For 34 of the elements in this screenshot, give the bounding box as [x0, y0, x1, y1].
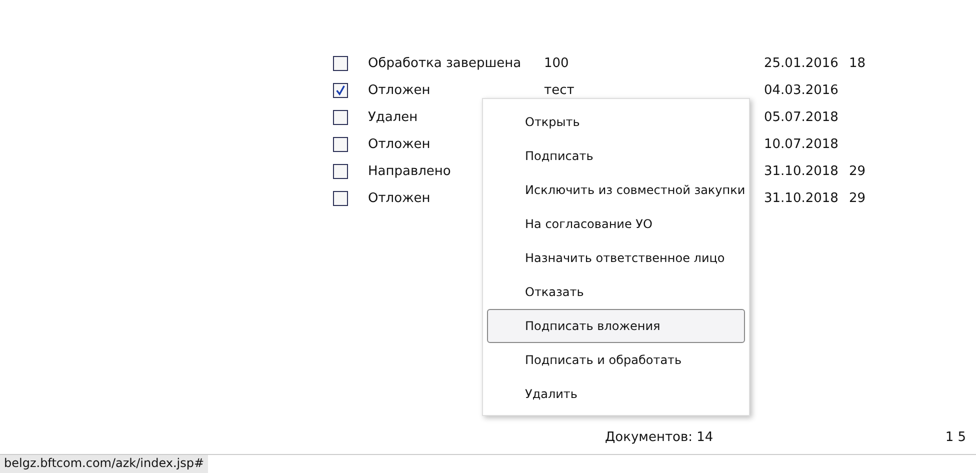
checkbox[interactable]: [333, 164, 348, 179]
menu-item[interactable]: Отказать: [487, 275, 745, 309]
checkbox[interactable]: [333, 83, 348, 98]
table-cell-text: Отложен: [368, 137, 432, 152]
table-cell: 18: [849, 56, 866, 71]
menu-item[interactable]: Подписать и обработать: [487, 343, 745, 377]
table-cell: тест: [544, 83, 574, 98]
menu-item[interactable]: Удалить: [487, 377, 745, 411]
table-cell-text: Отложен: [368, 191, 432, 206]
status-url: belgz.bftcom.com/azk/index.jsp#: [0, 455, 208, 473]
table-cell-text: 10.07.2018: [764, 137, 840, 152]
menu-item[interactable]: Назначить ответственное лицо: [487, 241, 745, 275]
table-cell: 29: [849, 164, 866, 179]
checkbox[interactable]: [333, 56, 348, 71]
table-cell-text: Обработка завершена: [368, 56, 522, 71]
menu-item[interactable]: На согласование УО: [487, 207, 745, 241]
table-cell-text: 05.07.2018: [764, 110, 840, 125]
document-count: Документов: 14: [605, 430, 714, 444]
page-numbers: 1 5: [945, 430, 966, 444]
checkbox[interactable]: [333, 110, 348, 125]
table-cell-text: Направлено: [368, 164, 452, 179]
menu-item[interactable]: Исключить из совместной закупки: [487, 173, 745, 207]
table-cell: 29: [849, 191, 866, 206]
table-cell-text: 04.03.2016: [764, 83, 840, 98]
menu-item[interactable]: Открыть: [487, 105, 745, 139]
table-cell-text: 25.01.2016: [764, 56, 840, 71]
menu-item[interactable]: Подписать: [487, 139, 745, 173]
table-cell: 100: [544, 56, 569, 71]
checkbox[interactable]: [333, 137, 348, 152]
table-cell-text: 31.10.2018: [764, 191, 840, 206]
menu-item[interactable]: Подписать вложения: [487, 309, 745, 343]
checkbox[interactable]: [333, 191, 348, 206]
table-cell-text: Отложен: [368, 83, 432, 98]
table-cell-text: 31.10.2018: [764, 164, 840, 179]
